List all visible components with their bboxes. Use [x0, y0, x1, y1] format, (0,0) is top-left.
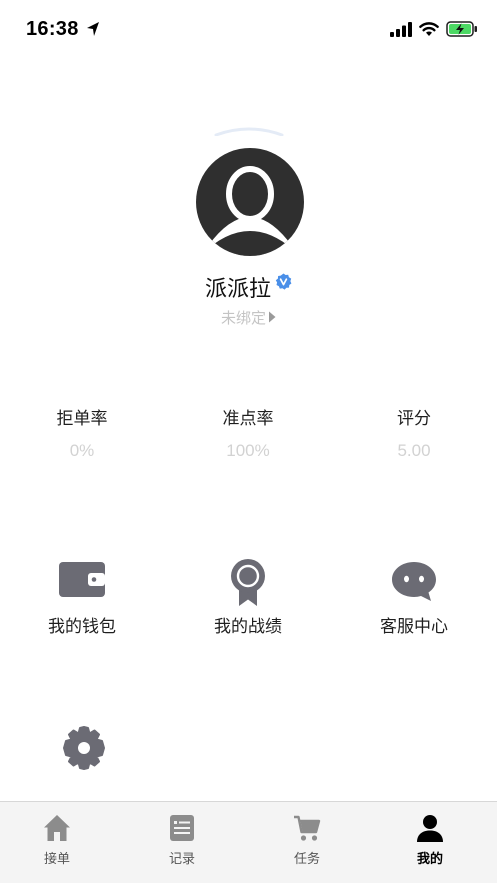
- document-icon: [170, 815, 194, 841]
- home-icon: [44, 815, 70, 841]
- user-name-row: 派派拉: [0, 270, 497, 304]
- status-bar: 16:38: [0, 0, 497, 60]
- menu-wallet[interactable]: 我的钱包: [12, 558, 152, 642]
- verified-badge-icon: [275, 273, 292, 290]
- tab-tasks[interactable]: 任务: [267, 814, 347, 867]
- avatar-ring-arc: [214, 127, 284, 136]
- person-icon: [417, 815, 443, 842]
- menu-customer-service[interactable]: 客服中心: [344, 558, 484, 642]
- tab-label: 接单: [43, 852, 70, 867]
- location-arrow-icon: [87, 22, 99, 36]
- stat-reject-rate: 拒单率 0%: [12, 406, 152, 462]
- cart-icon: [294, 815, 321, 841]
- stat-rating: 评分 5.00: [344, 406, 484, 462]
- tab-take-orders[interactable]: 接单: [17, 814, 97, 867]
- menu-achievements[interactable]: 我的战绩: [178, 558, 318, 642]
- wifi-icon: [419, 22, 439, 36]
- signal-icon: [390, 22, 412, 37]
- menu-label: 客服中心: [380, 617, 448, 637]
- tab-label: 任务: [293, 852, 320, 867]
- stat-value: 0%: [69, 441, 95, 460]
- menu-label: 我的战绩: [214, 617, 282, 637]
- tab-label: 我的: [416, 852, 443, 867]
- stat-value: 5.00: [397, 441, 431, 460]
- battery-charging-icon: [446, 21, 477, 37]
- bind-status-text: 未绑定: [220, 308, 266, 327]
- stat-label: 准点率: [222, 409, 274, 429]
- tab-records[interactable]: 记录: [142, 814, 222, 867]
- avatar[interactable]: [196, 148, 304, 256]
- medal-icon: [231, 559, 265, 606]
- stat-label: 评分: [397, 409, 431, 429]
- stat-on-time-rate: 准点率 100%: [178, 406, 318, 462]
- chevron-right-icon: [269, 311, 276, 323]
- wallet-icon: [59, 562, 105, 597]
- tab-bar: 接单 记录 任务 我的: [0, 801, 497, 883]
- bind-status-link[interactable]: 未绑定: [0, 305, 497, 329]
- status-time: 16:38: [26, 18, 79, 40]
- stat-label: 拒单率: [56, 409, 108, 429]
- tab-mine[interactable]: 我的: [390, 814, 470, 867]
- chat-bubble-icon: [392, 562, 436, 601]
- user-name: 派派拉: [204, 277, 271, 302]
- menu-label: 我的钱包: [48, 617, 116, 637]
- gear-icon[interactable]: [62, 726, 106, 770]
- stat-value: 100%: [226, 441, 270, 460]
- tab-label: 记录: [168, 852, 195, 867]
